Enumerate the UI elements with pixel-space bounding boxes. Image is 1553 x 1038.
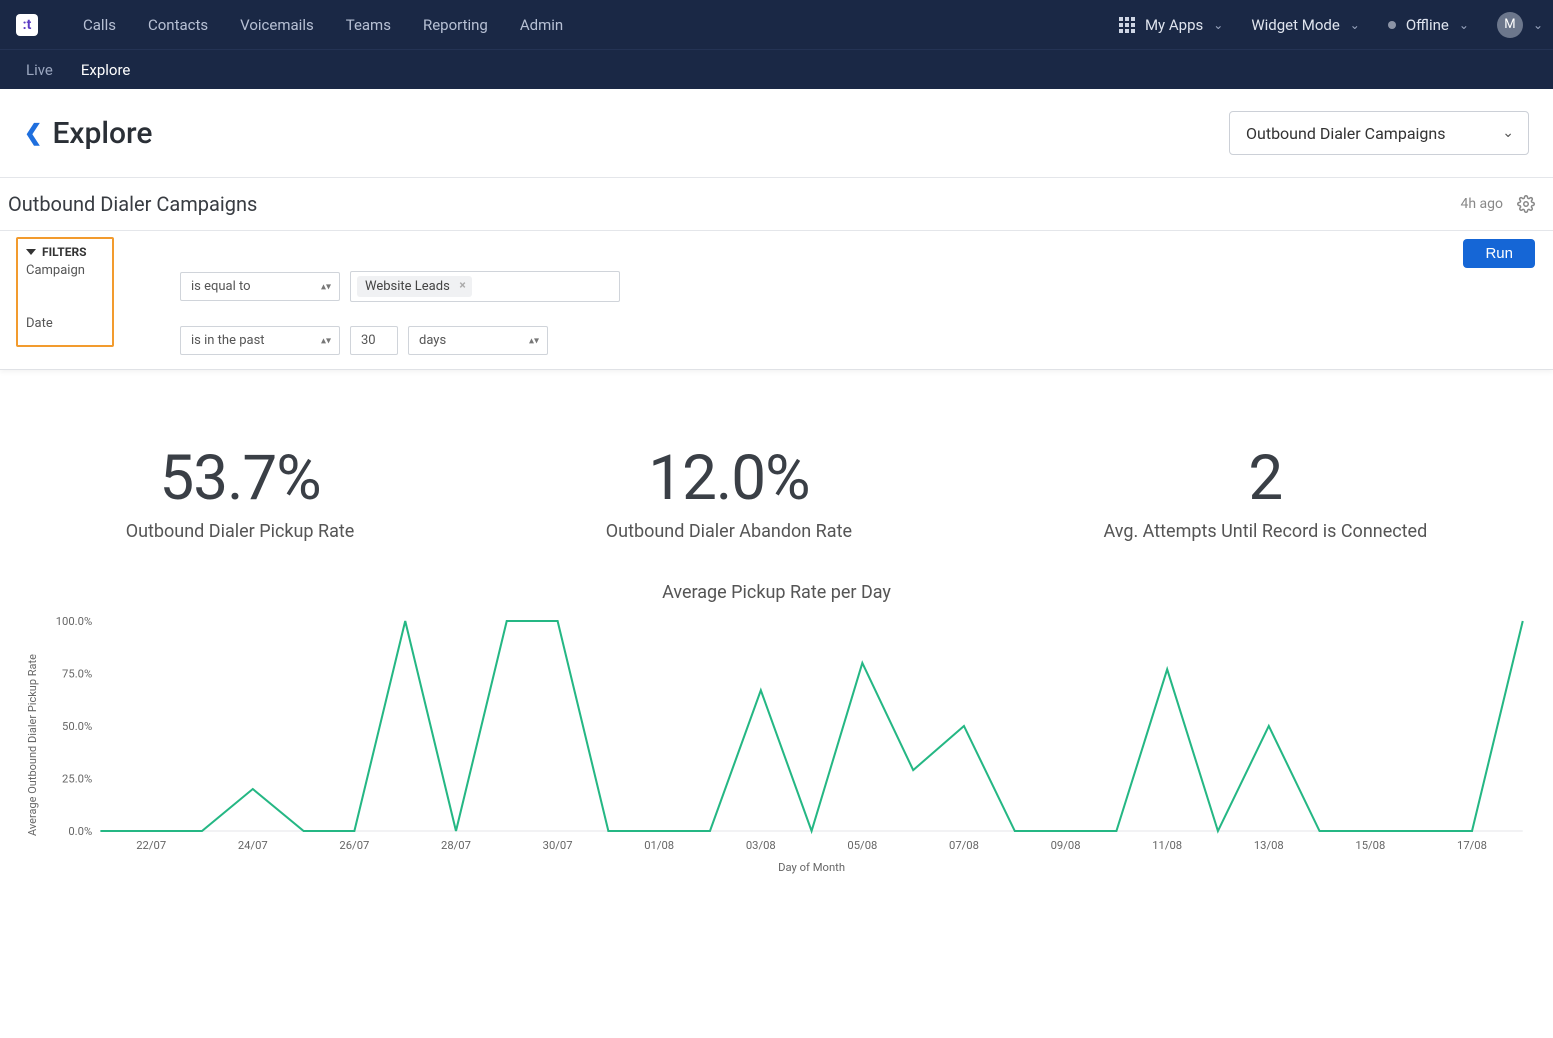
main-nav: Calls Contacts Voicemails Teams Reportin…	[83, 16, 563, 34]
campaign-operator-select[interactable]: is equal to ▴▾	[180, 272, 340, 301]
kpi-value: 12.0%	[606, 442, 852, 515]
date-unit-select[interactable]: days ▴▾	[408, 326, 548, 355]
svg-text:09/08: 09/08	[1051, 839, 1081, 852]
svg-text:05/08: 05/08	[847, 839, 877, 852]
chart-canvas: 0.0% 25.0% 50.0% 75.0% 100.0% 22/07 24/07 26/07…	[39, 615, 1533, 875]
gear-icon[interactable]	[1517, 195, 1535, 213]
svg-text:15/08: 15/08	[1355, 839, 1385, 852]
run-button[interactable]: Run	[1463, 239, 1535, 268]
updown-icon: ▴▾	[321, 335, 331, 346]
svg-text:Day of Month: Day of Month	[778, 861, 845, 874]
back-chevron-icon[interactable]: ❮	[24, 121, 42, 146]
updown-icon: ▴▾	[529, 335, 539, 346]
svg-text:25.0%: 25.0%	[62, 773, 92, 786]
view-dropdown[interactable]: Outbound Dialer Campaigns ⌄	[1229, 111, 1529, 155]
nav-admin[interactable]: Admin	[520, 16, 563, 34]
topbar: :t Calls Contacts Voicemails Teams Repor…	[0, 0, 1553, 49]
page-title: Explore	[52, 116, 152, 151]
user-menu[interactable]: M ⌄	[1497, 12, 1543, 38]
kpi-pickup-rate: 53.7% Outbound Dialer Pickup Rate	[126, 442, 355, 542]
svg-text:13/08: 13/08	[1254, 839, 1284, 852]
chevron-down-icon: ⌄	[1459, 18, 1469, 32]
filters-highlight-box: FILTERS Campaign Date	[16, 237, 114, 347]
section-age: 4h ago	[1460, 196, 1503, 212]
filter-row-date: is in the past ▴▾ 30 days ▴▾	[180, 326, 620, 355]
nav-reporting[interactable]: Reporting	[423, 16, 488, 34]
widget-mode-label: Widget Mode	[1251, 16, 1339, 34]
date-operator-select[interactable]: is in the past ▴▾	[180, 326, 340, 355]
presence-status[interactable]: Offline ⌄	[1388, 16, 1469, 34]
filters-label: FILTERS	[42, 245, 87, 259]
sub-nav: Live Explore	[0, 49, 1553, 89]
section-header: Outbound Dialer Campaigns 4h ago	[0, 178, 1553, 231]
section-title: Outbound Dialer Campaigns	[8, 192, 257, 216]
nav-calls[interactable]: Calls	[83, 16, 116, 34]
nav-voicemails[interactable]: Voicemails	[240, 16, 314, 34]
svg-text:26/07: 26/07	[339, 839, 369, 852]
campaign-value-input[interactable]: Website Leads ×	[350, 271, 620, 302]
svg-text:100.0%: 100.0%	[56, 615, 92, 628]
kpi-value: 53.7%	[126, 442, 355, 515]
svg-text:28/07: 28/07	[441, 839, 471, 852]
chevron-down-icon: ⌄	[1502, 125, 1514, 141]
line-chart: 0.0% 25.0% 50.0% 75.0% 100.0% 22/07 24/07 26/07…	[39, 615, 1533, 875]
chart-title: Average Pickup Rate per Day	[20, 582, 1533, 603]
subnav-explore[interactable]: Explore	[81, 61, 131, 79]
svg-text:01/08: 01/08	[644, 839, 674, 852]
svg-text:03/08: 03/08	[746, 839, 776, 852]
nav-contacts[interactable]: Contacts	[148, 16, 208, 34]
svg-text:50.0%: 50.0%	[62, 720, 92, 733]
chevron-down-icon: ⌄	[1350, 18, 1360, 32]
svg-text:22/07: 22/07	[136, 839, 166, 852]
kpi-abandon-rate: 12.0% Outbound Dialer Abandon Rate	[606, 442, 852, 542]
svg-text:17/08: 17/08	[1457, 839, 1487, 852]
nav-teams[interactable]: Teams	[346, 16, 391, 34]
date-n-input[interactable]: 30	[350, 326, 398, 355]
svg-text:11/08: 11/08	[1152, 839, 1182, 852]
subnav-live[interactable]: Live	[26, 61, 53, 79]
kpi-label: Avg. Attempts Until Record is Connected	[1103, 521, 1427, 542]
campaign-tag: Website Leads ×	[357, 276, 472, 297]
kpi-attempts: 2 Avg. Attempts Until Record is Connecte…	[1103, 442, 1427, 542]
page-header: ❮ Explore Outbound Dialer Campaigns ⌄	[0, 89, 1553, 178]
kpi-label: Outbound Dialer Abandon Rate	[606, 521, 852, 542]
updown-icon: ▴▾	[321, 281, 331, 292]
widget-mode-menu[interactable]: Widget Mode ⌄	[1251, 16, 1360, 34]
filter-row-campaign: is equal to ▴▾ Website Leads ×	[180, 271, 620, 302]
status-label: Offline	[1406, 16, 1449, 34]
remove-tag-icon[interactable]: ×	[459, 278, 465, 292]
svg-text:75.0%: 75.0%	[62, 668, 92, 681]
my-apps-label: My Apps	[1145, 16, 1203, 34]
kpi-value: 2	[1103, 442, 1427, 515]
collapse-triangle-icon[interactable]	[26, 249, 36, 255]
kpi-label: Outbound Dialer Pickup Rate	[126, 521, 355, 542]
chart-section: Average Pickup Rate per Day Average Outb…	[0, 582, 1553, 885]
chevron-down-icon: ⌄	[1213, 18, 1223, 32]
svg-text:07/08: 07/08	[949, 839, 979, 852]
filter-campaign-label: Campaign	[18, 259, 112, 282]
topbar-right: My Apps ⌄ Widget Mode ⌄ Offline ⌄ M ⌄	[1119, 12, 1543, 38]
chart-y-axis-label: Average Outbound Dialer Pickup Rate	[20, 615, 39, 875]
chevron-down-icon: ⌄	[1533, 18, 1543, 32]
my-apps-menu[interactable]: My Apps ⌄	[1119, 16, 1223, 34]
status-dot-icon	[1388, 21, 1396, 29]
avatar: M	[1497, 12, 1523, 38]
filter-controls: is equal to ▴▾ Website Leads × is in the…	[180, 271, 620, 355]
filters-panel: Run FILTERS Campaign Date is equal to ▴▾…	[0, 231, 1553, 370]
view-selected-label: Outbound Dialer Campaigns	[1246, 124, 1445, 143]
app-logo[interactable]: :t	[16, 14, 38, 36]
kpi-row: 53.7% Outbound Dialer Pickup Rate 12.0% …	[0, 370, 1553, 582]
filter-date-label: Date	[18, 312, 112, 335]
svg-text:0.0%: 0.0%	[68, 825, 92, 838]
apps-grid-icon	[1119, 17, 1135, 33]
svg-text:30/07: 30/07	[543, 839, 573, 852]
svg-text:24/07: 24/07	[238, 839, 268, 852]
